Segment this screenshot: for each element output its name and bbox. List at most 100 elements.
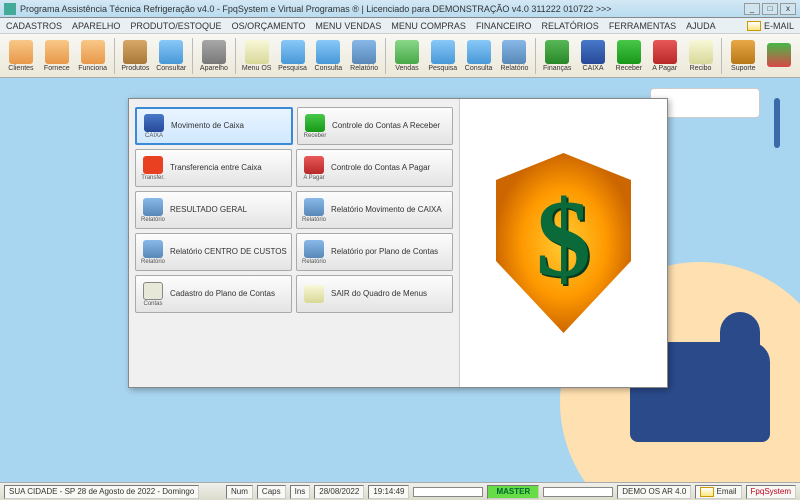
toolbar-label: Finanças (543, 65, 571, 72)
app-icon (4, 3, 16, 15)
toolbar-pesquisa[interactable]: Pesquisa (426, 36, 460, 76)
status-email[interactable]: Email (695, 485, 741, 499)
title-text: Programa Assistência Técnica Refrigeraçã… (20, 4, 744, 14)
menu-financeiro[interactable]: FINANCEIRO (476, 21, 532, 31)
finance-menu-grid: CAIXAMovimento de Caixa Receber Controle d… (129, 99, 459, 387)
toolbar-label: Pesquisa (278, 65, 307, 72)
toolbar-separator (114, 38, 115, 74)
toolbar-label: Fornece (44, 65, 70, 72)
toolbar-caixa[interactable]: CAIXA (576, 36, 610, 76)
maximize-button[interactable]: □ (762, 3, 778, 15)
menu-produto-estoque[interactable]: PRODUTO/ESTOQUE (130, 21, 221, 31)
toolbar: Clientes Fornece Funciona Produtos Consultar… (0, 34, 800, 78)
toolbar-receber[interactable]: Receber (612, 36, 646, 76)
toolbar-menu os[interactable]: Menu OS (240, 36, 274, 76)
toolbar-consulta[interactable]: Consulta (462, 36, 496, 76)
menu-vendas[interactable]: MENU VENDAS (315, 21, 381, 31)
toolbar-label: Receber (616, 65, 642, 72)
finance-menu-image: $ (459, 99, 667, 387)
toolbar-relatório[interactable]: Relatório (498, 36, 532, 76)
menu-aparelho[interactable]: APARELHO (72, 21, 120, 31)
email-label: E-MAIL (764, 21, 794, 31)
menu-button[interactable]: SAIR do Quadro de Menus (296, 275, 453, 313)
toolbar-exit[interactable] (762, 36, 796, 76)
toolbar-label: CAIXA (583, 65, 604, 72)
c-people-icon (81, 40, 105, 64)
menu-button[interactable]: A PagarControle do Contas A Pagar (296, 149, 453, 187)
menu-os-orcamento[interactable]: OS/ORÇAMENTO (232, 21, 306, 31)
c-recv-icon (617, 40, 641, 64)
toolbar-consultar[interactable]: Consultar (154, 36, 188, 76)
c-search-icon (316, 40, 340, 64)
desktop: CAIXAMovimento de Caixa Receber Controle d… (0, 78, 800, 482)
toolbar-separator (535, 38, 536, 74)
toolbar-finanças[interactable]: Finanças (540, 36, 574, 76)
menu-button[interactable]: CAIXAMovimento de Caixa (135, 107, 293, 145)
toolbar-suporte[interactable]: Suporte (726, 36, 760, 76)
toolbar-label: Aparelho (200, 65, 228, 72)
menu-row: RelatórioRelatório CENTRO DE CUSTOSRelat… (135, 233, 453, 271)
minimize-button[interactable]: _ (744, 3, 760, 15)
statusbar: SUA CIDADE - SP 28 de Agosto de 2022 - D… (0, 482, 800, 500)
status-user: MASTER (487, 485, 539, 499)
status-progress (413, 487, 483, 497)
menu-cadastros[interactable]: CADASTROS (6, 21, 62, 31)
close-button[interactable]: x (780, 3, 796, 15)
menubar: CADASTROS APARELHO PRODUTO/ESTOQUE OS/OR… (0, 18, 800, 34)
menu-button[interactable]: RelatórioRelatório por Plano de Contas (296, 233, 453, 271)
status-location: SUA CIDADE - SP 28 de Agosto de 2022 - D… (4, 485, 199, 499)
toolbar-relatório[interactable]: Relatório (347, 36, 381, 76)
toolbar-label: A Pagar (652, 65, 677, 72)
status-app: DEMO OS AR 4.0 (617, 485, 691, 499)
toolbar-fornece[interactable]: Fornece (40, 36, 74, 76)
toolbar-aparelho[interactable]: Aparelho (197, 36, 231, 76)
menu-button[interactable]: Receber Controle do Contas A Receber (297, 107, 453, 145)
toolbar-separator (192, 38, 193, 74)
menu-button-icon: A Pagar (301, 153, 327, 183)
menu-email[interactable]: E-MAIL (747, 21, 794, 31)
toolbar-separator (721, 38, 722, 74)
menu-button-label: Relatório Movimento de CAIXA (331, 206, 448, 215)
toolbar-recibo[interactable]: Recibo (684, 36, 718, 76)
toolbar-consulta[interactable]: Consulta (311, 36, 345, 76)
toolbar-clientes[interactable]: Clientes (4, 36, 38, 76)
menu-ajuda[interactable]: AJUDA (686, 21, 716, 31)
menu-button[interactable]: Transfer.Transferencia entre Caixa (135, 149, 292, 187)
menu-button-label: Controle do Contas A Receber (332, 122, 448, 131)
menu-button-icon: Receber (302, 111, 328, 141)
menu-button-label: Cadastro do Plano de Contas (170, 290, 287, 299)
c-people-icon (45, 40, 69, 64)
toolbar-label: Relatório (500, 65, 528, 72)
menu-button-icon: Contas (140, 279, 166, 309)
email-icon (747, 21, 761, 31)
finance-menu-panel: CAIXAMovimento de Caixa Receber Controle d… (128, 98, 668, 388)
toolbar-produtos[interactable]: Produtos (118, 36, 152, 76)
menu-button[interactable]: Relatório Relatório Movimento de CAIXA (296, 191, 453, 229)
status-progress-2 (543, 487, 613, 497)
c-exit-icon (767, 43, 791, 67)
menu-button-label: Relatório por Plano de Contas (331, 248, 448, 257)
c-box-icon (123, 40, 147, 64)
menu-relatorios[interactable]: RELATÓRIOS (541, 21, 598, 31)
menu-compras[interactable]: MENU COMPRAS (391, 21, 466, 31)
toolbar-vendas[interactable]: Vendas (390, 36, 424, 76)
menu-button[interactable]: RelatórioRESULTADO GERAL (135, 191, 292, 229)
menu-button[interactable]: RelatórioRelatório CENTRO DE CUSTOS (135, 233, 292, 271)
menu-button-label: Transferencia entre Caixa (170, 164, 287, 173)
toolbar-a pagar[interactable]: A Pagar (648, 36, 682, 76)
c-sup-icon (731, 40, 755, 64)
toolbar-label: Clientes (8, 65, 33, 72)
toolbar-funciona[interactable]: Funciona (76, 36, 110, 76)
toolbar-label: Produtos (121, 65, 149, 72)
toolbar-separator (385, 38, 386, 74)
status-caps: Caps (257, 485, 286, 499)
menu-button[interactable]: Contas Cadastro do Plano de Contas (135, 275, 292, 313)
menu-row: RelatórioRESULTADO GERALRelatórioRelatór… (135, 191, 453, 229)
menu-ferramentas[interactable]: FERRAMENTAS (609, 21, 676, 31)
c-rep-icon (352, 40, 376, 64)
c-cash-icon (581, 40, 605, 64)
c-doc-icon (689, 40, 713, 64)
status-num: Num (226, 485, 253, 499)
menu-button-icon: Relatório (301, 195, 327, 225)
toolbar-pesquisa[interactable]: Pesquisa (276, 36, 310, 76)
